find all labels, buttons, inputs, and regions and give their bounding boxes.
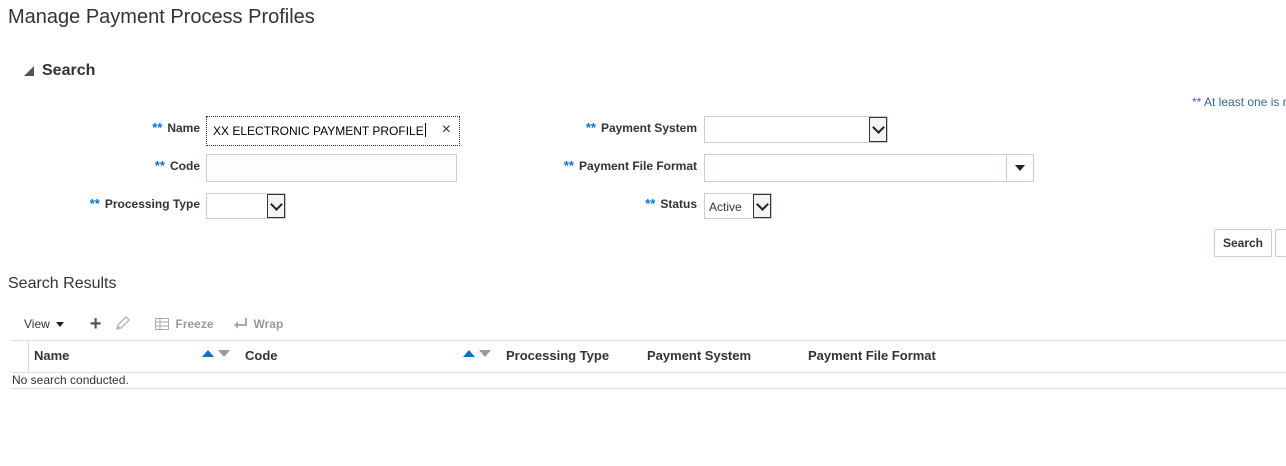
empty-results-message: No search conducted. (12, 373, 129, 387)
column-header-payment-file-format[interactable]: Payment File Format (808, 348, 936, 363)
payment-file-format-label-text: Payment File Format (578, 159, 697, 173)
required-marker: ** (563, 158, 574, 173)
reset-button[interactable] (1275, 229, 1286, 257)
code-label-text: Code (170, 159, 200, 173)
payment-system-select[interactable] (704, 116, 888, 143)
clear-icon[interactable]: × (442, 121, 451, 139)
collapse-triangle-icon (24, 66, 34, 76)
sort-ascending-icon[interactable] (202, 350, 214, 357)
name-input-value: XX ELECTRONIC PAYMENT PROFILE (213, 124, 424, 138)
required-hint: ** At least one is r (1192, 95, 1286, 109)
view-menu[interactable]: View (24, 317, 64, 331)
column-header-code[interactable]: Code (245, 348, 278, 363)
column-header-name[interactable]: Name (34, 348, 69, 363)
sort-code[interactable] (463, 350, 491, 357)
table-bottom-border (12, 388, 1286, 389)
status-value: Active (709, 200, 742, 214)
status-select[interactable]: Active (704, 193, 772, 219)
freeze-label: Freeze (175, 317, 214, 331)
status-label: ** Status (645, 196, 697, 211)
name-label: ** Name (152, 120, 200, 135)
sort-descending-icon[interactable] (218, 350, 230, 357)
sort-name[interactable] (202, 350, 230, 357)
payment-system-label: ** Payment System (586, 120, 697, 135)
name-input[interactable]: XX ELECTRONIC PAYMENT PROFILE × (206, 116, 460, 146)
payment-file-format-combobox[interactable] (704, 154, 1034, 182)
table-header-border (12, 372, 1286, 373)
sort-descending-icon[interactable] (479, 350, 491, 357)
table-selector-divider (28, 341, 29, 372)
wrap-button[interactable]: Wrap (233, 317, 284, 331)
name-label-text: Name (167, 121, 200, 135)
search-section-toggle[interactable]: Search (24, 62, 95, 80)
sort-ascending-icon[interactable] (463, 350, 475, 357)
table-top-border (12, 340, 1286, 341)
required-marker: ** (154, 158, 165, 173)
required-marker: ** (152, 120, 163, 135)
chevron-down-icon[interactable] (753, 194, 771, 218)
view-menu-label: View (24, 317, 50, 331)
freeze-icon (155, 318, 170, 330)
text-caret (424, 123, 426, 137)
chevron-down-icon[interactable] (267, 194, 285, 218)
freeze-button[interactable]: Freeze (155, 317, 214, 331)
triangle-down-icon (55, 321, 64, 327)
chevron-down-icon[interactable] (869, 117, 887, 142)
payment-system-label-text: Payment System (600, 121, 697, 135)
payment-file-format-label: ** Payment File Format (564, 158, 697, 173)
page-title: Manage Payment Process Profiles (8, 6, 315, 28)
add-icon[interactable]: + (90, 314, 102, 334)
required-marker: ** (585, 120, 596, 135)
wrap-icon (233, 318, 247, 329)
code-label: ** Code (155, 158, 200, 173)
search-results-title: Search Results (8, 275, 117, 292)
processing-type-label-text: Processing Type (104, 197, 200, 211)
processing-type-label: ** Processing Type (90, 196, 200, 211)
edit-pencil-icon[interactable] (115, 315, 131, 334)
column-header-processing-type[interactable]: Processing Type (506, 348, 609, 363)
required-marker: ** (89, 196, 100, 211)
wrap-label: Wrap (253, 317, 284, 331)
code-input[interactable] (206, 154, 457, 182)
dropdown-arrow-icon[interactable] (1006, 155, 1033, 181)
required-marker: ** (645, 196, 656, 211)
search-section-title: Search (42, 62, 96, 79)
search-button[interactable]: Search (1214, 229, 1272, 257)
status-label-text: Status (660, 197, 697, 211)
results-toolbar: View + Freeze Wrap (24, 314, 284, 334)
column-header-payment-system[interactable]: Payment System (647, 348, 751, 363)
processing-type-select[interactable] (206, 193, 286, 219)
